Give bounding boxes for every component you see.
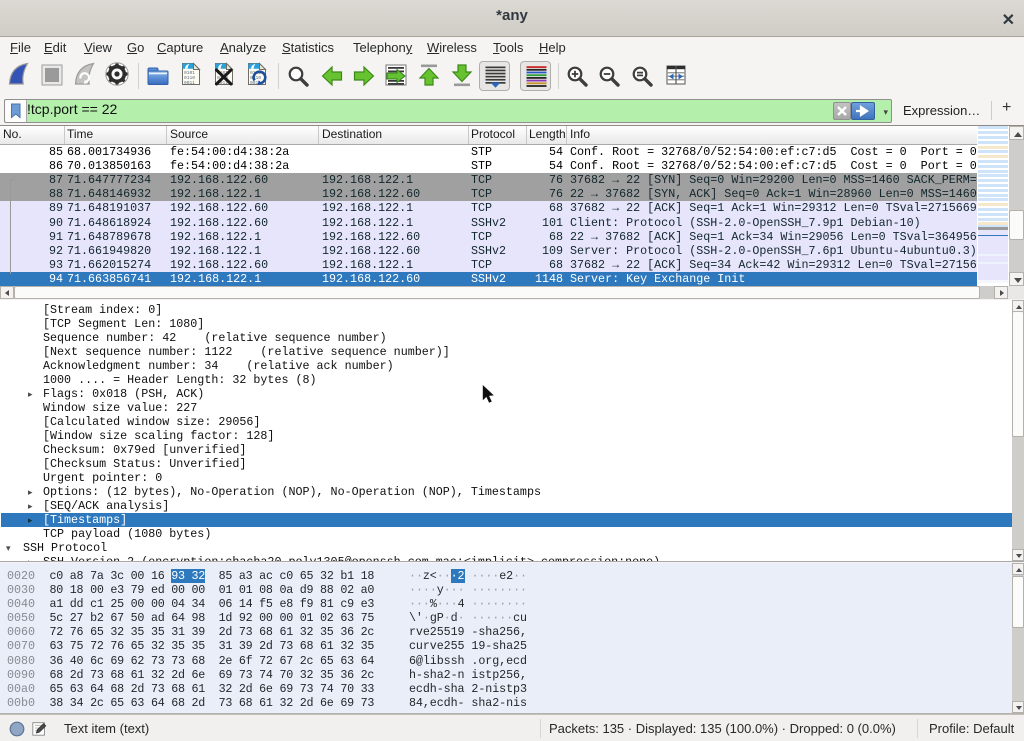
svg-text:0011: 0011 <box>184 80 195 86</box>
